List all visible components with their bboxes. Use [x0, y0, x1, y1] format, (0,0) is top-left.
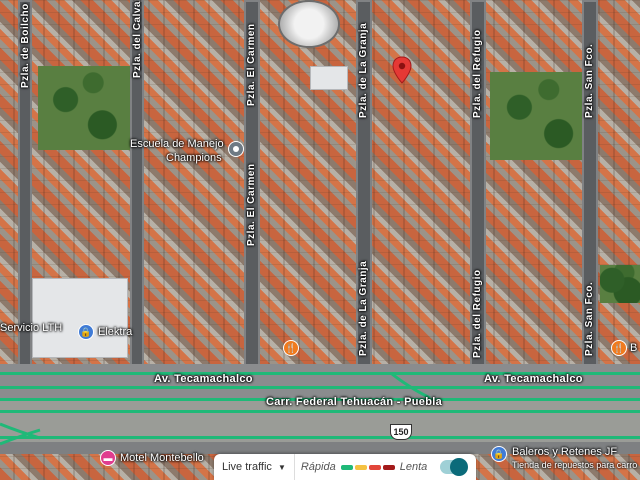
route-shield: 150 — [390, 424, 412, 440]
poi-motel[interactable]: Motel Montebello — [120, 452, 204, 464]
live-traffic-label: Live traffic — [222, 461, 272, 473]
poi-baleros[interactable]: Baleros y Retenes JF — [512, 446, 617, 458]
avenue-label: Av. Tecamachalco — [484, 373, 583, 385]
poi-baleros-sub: Tienda de repuestos para carro — [512, 460, 638, 470]
legend-seg-veryslow — [382, 464, 395, 470]
legend-seg-fast — [340, 464, 353, 470]
pin-dot-icon[interactable] — [228, 141, 244, 157]
bed-icon[interactable]: ▬ — [100, 450, 116, 466]
poi-restaurant-label[interactable]: B — [630, 342, 637, 354]
avenue-label: Av. Tecamachalco — [154, 373, 253, 385]
chevron-down-icon: ▼ — [277, 462, 286, 472]
legend-seg-moderate — [354, 464, 367, 470]
traffic-toggle[interactable] — [440, 458, 468, 476]
live-traffic-dropdown[interactable]: Live traffic ▼ — [214, 454, 295, 480]
legend-slow: Lenta — [399, 461, 428, 473]
poi-elektra[interactable]: Elektra — [98, 326, 132, 338]
avenue-label: Carr. Federal Tehuacán - Puebla — [266, 396, 442, 408]
fork-knife-icon[interactable]: 🍴 — [611, 340, 627, 356]
traffic-widget: Live traffic ▼ Rápida Lenta — [214, 454, 476, 480]
shopping-bag-icon[interactable]: 🔒 — [491, 446, 507, 462]
shopping-bag-icon[interactable]: 🔒 — [78, 324, 94, 340]
poi-driving-school-line2[interactable]: Champions — [166, 152, 222, 164]
location-pin-icon[interactable] — [392, 56, 412, 84]
poi-driving-school[interactable]: Escuela de Manejo — [130, 138, 224, 150]
poi-servicio[interactable]: Servicio LTH — [0, 322, 62, 334]
legend-seg-slow — [368, 464, 381, 470]
fork-knife-icon[interactable]: 🍴 — [283, 340, 299, 356]
traffic-legend: Rápida Lenta — [295, 461, 433, 473]
road-ramps — [0, 372, 431, 446]
toggle-knob — [450, 458, 468, 476]
legend-fast: Rápida — [300, 461, 336, 473]
satellite-map[interactable]: Pzla. de Boilcho Pzla. del Calvario Pzla… — [0, 0, 640, 480]
